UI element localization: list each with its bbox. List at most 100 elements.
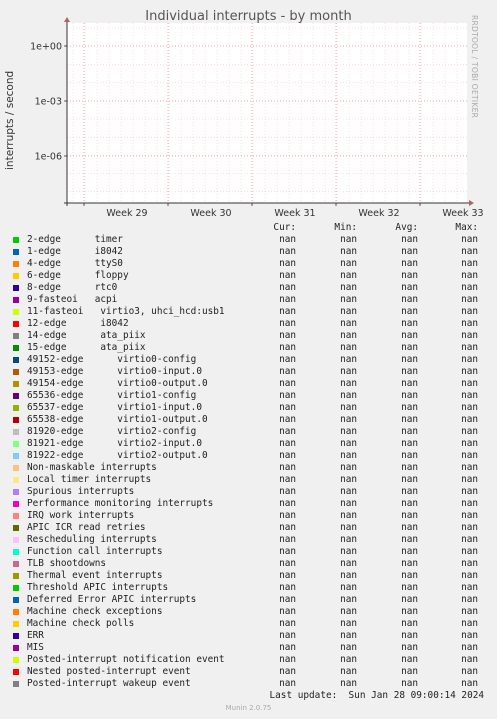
legend-max-value: nan: [461, 582, 478, 593]
legend-min-value: nan: [340, 450, 357, 461]
legend-min-value: nan: [340, 342, 357, 353]
legend-cur-value: nan: [279, 462, 296, 473]
legend-max-value: nan: [461, 414, 478, 425]
legend-row: 49154-edge virtio0-output.0 nan nan nan nan: [0, 378, 497, 390]
legend-label: Non-maskable interrupts: [27, 462, 157, 473]
legend-label: 81922-edge virtio2-output.0: [27, 450, 208, 461]
legend-min-value: nan: [340, 426, 357, 437]
legend-row: IRQ work interrupts nan nan nan nan: [0, 510, 497, 522]
legend-min-value: nan: [340, 642, 357, 653]
col-min-header: Min:: [334, 222, 357, 233]
legend-min-value: nan: [340, 582, 357, 593]
legend-max-value: nan: [461, 402, 478, 413]
legend-label: 49152-edge virtio0-config: [27, 354, 197, 365]
legend-avg-value: nan: [401, 678, 418, 689]
legend-swatch: [13, 645, 19, 651]
legend-cur-value: nan: [279, 378, 296, 389]
legend-cur-value: nan: [279, 438, 296, 449]
legend-label: 1-edge i8042: [27, 246, 123, 257]
legend-cur-value: nan: [279, 558, 296, 569]
legend-avg-value: nan: [401, 246, 418, 257]
legend-avg-value: nan: [401, 606, 418, 617]
x-axis-arrow: [469, 200, 474, 206]
legend-label: 11-fasteoi virtio3, uhci_hcd:usb1: [27, 306, 225, 317]
legend-swatch: [13, 477, 19, 483]
legend-swatch: [13, 273, 19, 279]
legend-label: Machine check exceptions: [27, 606, 163, 617]
legend-min-value: nan: [340, 510, 357, 521]
legend-swatch: [13, 285, 19, 291]
legend-min-value: nan: [340, 594, 357, 605]
legend-avg-value: nan: [401, 582, 418, 593]
legend-max-value: nan: [461, 342, 478, 353]
legend-swatch: [13, 681, 19, 687]
legend-row: 14-edge ata_piix nan nan nan nan: [0, 330, 497, 342]
legend-max-value: nan: [461, 606, 478, 617]
legend-swatch: [13, 261, 19, 267]
legend-cur-value: nan: [279, 546, 296, 557]
legend-min-value: nan: [340, 666, 357, 677]
legend-max-value: nan: [461, 642, 478, 653]
legend-row: Deferred Error APIC interrupts nan nan nan n…: [0, 594, 497, 606]
legend-min-value: nan: [340, 474, 357, 485]
legend-row: 12-edge i8042 nan nan nan nan: [0, 318, 497, 330]
legend-swatch: [13, 453, 19, 459]
legend-min-value: nan: [340, 678, 357, 689]
legend-label: Nested posted-interrupt event: [27, 666, 191, 677]
legend-label: 2-edge timer: [27, 234, 123, 245]
legend-swatch: [13, 669, 19, 675]
legend-avg-value: nan: [401, 570, 418, 581]
legend-avg-value: nan: [401, 270, 418, 281]
legend-avg-value: nan: [401, 414, 418, 425]
legend-swatch: [13, 573, 19, 579]
legend-row: 65537-edge virtio1-input.0 nan nan nan nan: [0, 402, 497, 414]
legend-label: IRQ work interrupts: [27, 510, 135, 521]
legend-avg-value: nan: [401, 642, 418, 653]
legend-min-value: nan: [340, 498, 357, 509]
legend-cur-value: nan: [279, 534, 296, 545]
legend-min-value: nan: [340, 294, 357, 305]
legend-row: MIS nan nan nan nan: [0, 642, 497, 654]
y-axis-arrow: [64, 17, 70, 22]
legend-row: Machine check exceptions nan nan nan nan: [0, 606, 497, 618]
legend-label: 49154-edge virtio0-output.0: [27, 378, 208, 389]
legend-cur-value: nan: [279, 390, 296, 401]
legend-min-value: nan: [340, 402, 357, 413]
legend-swatch: [13, 609, 19, 615]
legend-min-value: nan: [340, 378, 357, 389]
legend-max-value: nan: [461, 654, 478, 665]
legend-label: ERR: [27, 630, 44, 641]
legend-min-value: nan: [340, 630, 357, 641]
legend-label: 65536-edge virtio1-config: [27, 390, 197, 401]
legend-label: Threshold APIC interrupts: [27, 582, 169, 593]
legend-label: 65538-edge virtio1-output.0: [27, 414, 208, 425]
legend-row: Posted-interrupt wakeup event nan nan nan na…: [0, 678, 497, 690]
legend-cur-value: nan: [279, 606, 296, 617]
legend-cur-value: nan: [279, 678, 296, 689]
legend-max-value: nan: [461, 498, 478, 509]
legend-cur-value: nan: [279, 666, 296, 677]
x-tick-label: Week 31: [274, 208, 315, 219]
legend-swatch: [13, 309, 19, 315]
legend-table: Cur: Min: Avg: Max: 2-edge timer nan nan na…: [0, 222, 497, 690]
legend-swatch: [13, 597, 19, 603]
legend-cur-value: nan: [279, 630, 296, 641]
x-tick-label: Week 33: [442, 208, 483, 219]
legend-min-value: nan: [340, 270, 357, 281]
legend-label: 81920-edge virtio2-config: [27, 426, 197, 437]
legend-max-value: nan: [461, 666, 478, 677]
legend-row: Thermal event interrupts nan nan nan nan: [0, 570, 497, 582]
legend-max-value: nan: [461, 258, 478, 269]
legend-swatch: [13, 393, 19, 399]
legend-cur-value: nan: [279, 366, 296, 377]
legend-min-value: nan: [340, 654, 357, 665]
munin-version: Munin 2.0.75: [225, 704, 272, 712]
legend-cur-value: nan: [279, 618, 296, 629]
legend-avg-value: nan: [401, 510, 418, 521]
chart-plot: 1e+00 1e-03 1e-06 Week 29 Week 30 Week 31 Week…: [30, 17, 484, 219]
legend-max-value: nan: [461, 678, 478, 689]
legend-cur-value: nan: [279, 654, 296, 665]
legend-label: Performance monitoring interrupts: [27, 498, 214, 509]
legend-avg-value: nan: [401, 342, 418, 353]
legend-label: TLB shootdowns: [27, 558, 107, 569]
